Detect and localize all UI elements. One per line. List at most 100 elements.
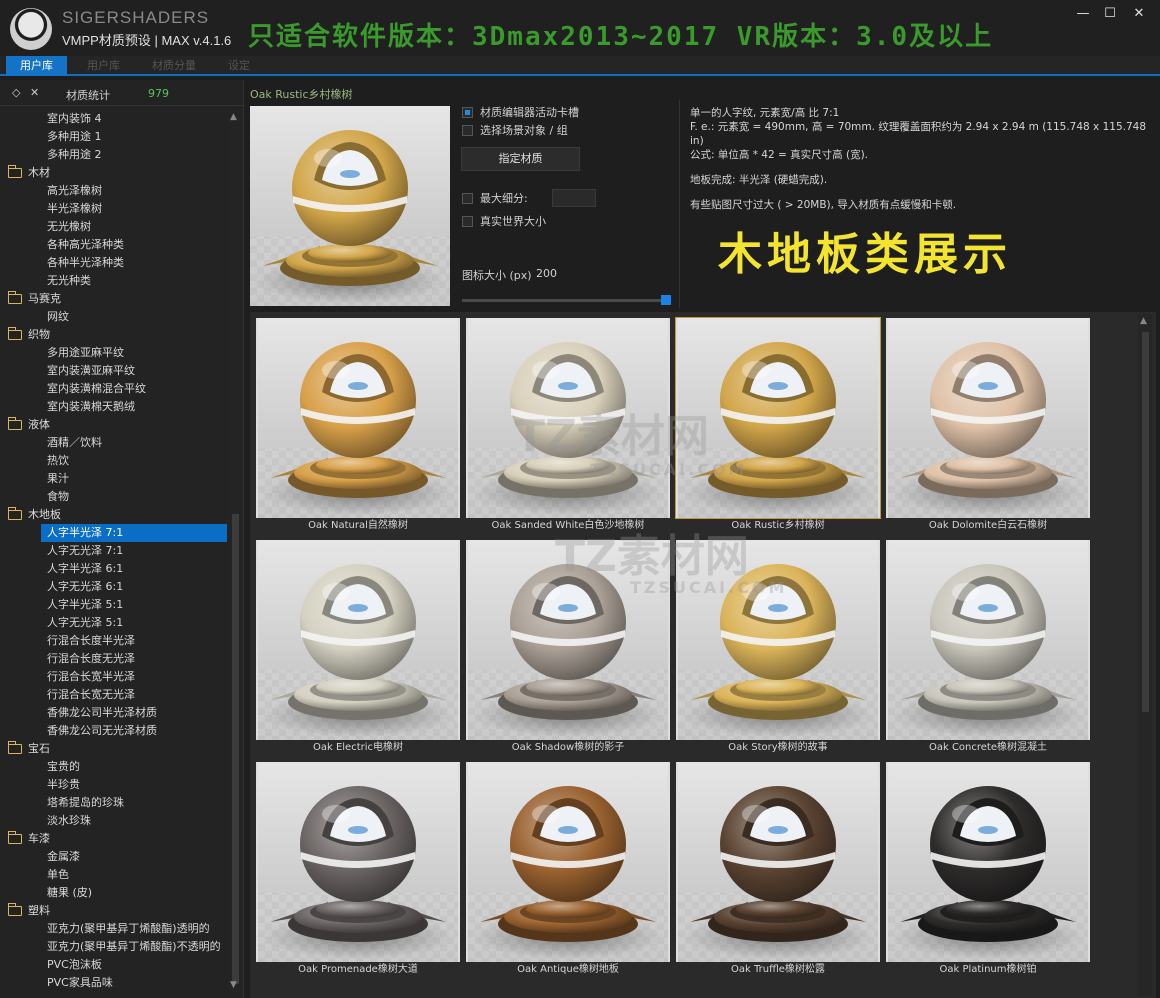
tree-item[interactable]: 香佛龙公司无光泽材质 [0,722,228,740]
material-thumbnail[interactable] [466,762,670,962]
material-thumbnail[interactable] [256,540,460,740]
tab-material-components[interactable]: 材质分量 [138,56,210,76]
material-card[interactable]: Oak Dolomite白云石橡树 [886,318,1090,532]
slider-thumb[interactable] [660,295,671,305]
tree-item[interactable]: 单色 [0,866,228,884]
material-card[interactable]: Oak Electric电橡树 [256,540,460,754]
tree-category[interactable]: 木材 [0,164,228,182]
tree-item[interactable]: 室内装潢亚麻平纹 [0,362,228,380]
tree-item[interactable]: 各种高光泽种类 [0,236,228,254]
tree-item[interactable]: 宝贵的 [0,758,228,776]
real-world-checkbox[interactable]: 真实世界大小 [462,215,546,229]
material-card[interactable]: Oak Natural自然橡树 [256,318,460,532]
material-card[interactable]: Oak Promenade橡树大道 [256,762,460,976]
grid-scroll-thumb[interactable] [1142,332,1149,712]
material-thumbnail[interactable] [886,762,1090,962]
tree-category[interactable]: 织物 [0,326,228,344]
tree-item[interactable]: 人字无光泽 7:1 [0,542,228,560]
tree-item[interactable]: 多种用途 1 [0,128,228,146]
tab-user-library-2[interactable]: 用户库 [73,56,134,76]
material-card[interactable]: Oak Truffle橡树松露 [676,762,880,976]
active-slot-checkbox[interactable]: 材质编辑器活动卡槽 [462,106,579,120]
select-scene-checkbox[interactable]: 选择场景对象 / 组 [462,124,568,138]
tree-item[interactable]: 酒精／饮料 [0,434,228,452]
material-thumbnail[interactable] [466,540,670,740]
tree-item[interactable]: 无光橡树 [0,218,228,236]
tree-category[interactable]: 宝石 [0,740,228,758]
material-thumbnail[interactable] [256,762,460,962]
material-thumbnail[interactable] [676,762,880,962]
tree-item[interactable]: 食物 [0,488,228,506]
tree-item[interactable]: 半光泽橡树 [0,200,228,218]
tree-item[interactable]: 人字无光泽 6:1 [0,578,228,596]
tree-item[interactable]: 无光种类 [0,272,228,290]
max-subdiv-input[interactable] [552,189,596,207]
max-subdiv-checkbox[interactable]: 最大细分: [462,192,528,206]
tree-item[interactable]: 行混合长宽半光泽 [0,668,228,686]
tree-category[interactable]: 木地板 [0,506,228,524]
tree-item[interactable]: 果汁 [0,470,228,488]
scroll-up-icon[interactable]: ▲ [230,112,237,122]
tab-settings[interactable]: 设定 [214,56,264,76]
tree-category[interactable]: 塑料 [0,902,228,920]
scroll-down-icon[interactable]: ▼ [230,980,237,990]
tree-item[interactable]: 淡水珍珠 [0,812,228,830]
tree-item[interactable]: 亚克力(聚甲基异丁烯酸酯)不透明的 [0,938,228,956]
grid-scrollbar[interactable]: ▲ [1138,314,1152,996]
material-card[interactable]: Oak Concrete橡树混凝土 [886,540,1090,754]
tree-item[interactable]: 多种用途 2 [0,146,228,164]
checkbox-icon[interactable] [462,216,473,227]
material-thumbnail[interactable] [466,318,670,518]
tree-item[interactable]: 人字半光泽 5:1 [0,596,228,614]
tree-item[interactable]: PVC家具品味 [0,974,228,992]
tree-item[interactable]: 糖果 (皮) [0,884,228,902]
checkbox-checked-icon[interactable] [462,107,473,118]
material-card[interactable]: Oak Antique橡树地板 [466,762,670,976]
sidebar-scroll-thumb[interactable] [232,514,239,984]
tree-item[interactable]: 室内装饰 4 [0,110,228,128]
material-card[interactable]: Oak Story橡树的故事 [676,540,880,754]
checkbox-icon[interactable] [462,125,473,136]
close-button[interactable]: ✕ [1126,4,1152,24]
tree-item[interactable]: 行混合长度半光泽 [0,632,228,650]
tree-item[interactable]: 行混合长度无光泽 [0,650,228,668]
tree-item[interactable]: 热饮 [0,452,228,470]
maximize-button[interactable]: ☐ [1097,4,1123,24]
sidebar-scrollbar[interactable]: ▲ ▼ [228,110,242,994]
clear-icon[interactable]: ✕ [30,86,39,99]
tab-user-library[interactable]: 用户库 [6,56,67,76]
material-card[interactable]: Oak Platinum橡树铂 [886,762,1090,976]
minimize-button[interactable]: — [1070,4,1096,24]
tree-item[interactable]: 多用途亚麻平纹 [0,344,228,362]
material-thumbnail[interactable] [676,540,880,740]
tree-item[interactable]: 香佛龙公司半光泽材质 [0,704,228,722]
tree-item[interactable]: 塔希提岛的珍珠 [0,794,228,812]
diamond-icon[interactable]: ◇ [12,86,20,99]
tree-item[interactable]: 高光泽橡树 [0,182,228,200]
checkbox-icon[interactable] [462,193,473,204]
tree-item[interactable]: 室内装潢棉天鹅绒 [0,398,228,416]
material-card[interactable]: Oak Rustic乡村橡树 [675,317,881,532]
tree-item[interactable]: 各种半光泽种类 [0,254,228,272]
material-thumbnail[interactable] [675,317,881,519]
tree-item[interactable]: 室内装潢棉混合平纹 [0,380,228,398]
tree-item[interactable]: 亚克力(聚甲基异丁烯酸酯)透明的 [0,920,228,938]
tree-category[interactable]: 马赛克 [0,290,228,308]
tree-item[interactable]: 金属漆 [0,848,228,866]
tree-item[interactable]: 半珍贵 [0,776,228,794]
tree-item[interactable]: PVC泡沫板 [0,956,228,974]
material-thumbnail[interactable] [886,540,1090,740]
tree-item-selected[interactable]: 人字半光泽 7:1 [41,524,227,542]
assign-material-button[interactable]: 指定材质 [461,147,580,171]
tree-item[interactable]: 网纹 [0,308,228,326]
tree-category[interactable]: 车漆 [0,830,228,848]
icon-size-slider[interactable] [462,295,671,305]
material-thumbnail[interactable] [886,318,1090,518]
material-card[interactable]: Oak Shadow橡树的影子 [466,540,670,754]
tree-category[interactable]: 液体 [0,416,228,434]
material-thumbnail[interactable] [256,318,460,518]
tree-item[interactable]: 行混合长宽无光泽 [0,686,228,704]
material-card[interactable]: Oak Sanded White白色沙地橡树 [466,318,670,532]
scroll-up-icon[interactable]: ▲ [1140,316,1147,326]
tree-item[interactable]: 人字无光泽 5:1 [0,614,228,632]
